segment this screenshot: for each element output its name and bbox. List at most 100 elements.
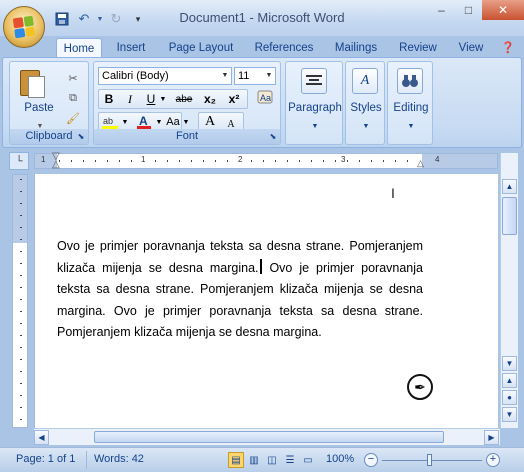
vertical-scroll-thumb[interactable] [502, 197, 517, 235]
zoom-slider-track[interactable] [382, 460, 482, 461]
status-bar: Page: 1 of 1 Words: 42 ▤ ▥ ◫ ☰ ▭ 100% − … [0, 447, 524, 472]
ruler-tick [20, 203, 22, 204]
clear-formatting-button[interactable]: Aa [254, 88, 276, 106]
outline-view-icon[interactable]: ☰ [282, 452, 298, 468]
maximize-button[interactable]: □ [455, 0, 482, 20]
ruler-tick [371, 160, 372, 162]
paste-button[interactable] [18, 66, 46, 100]
tab-insert[interactable]: Insert [108, 38, 154, 58]
tab-mailings[interactable]: Mailings [328, 38, 384, 58]
tab-page-layout[interactable]: Page Layout [164, 38, 238, 58]
office-button[interactable] [3, 6, 45, 48]
vertical-scrollbar[interactable]: ▲ ▼ ▲ ● ▼ [500, 153, 518, 428]
ruler-tick [299, 160, 300, 162]
zoom-in-icon[interactable]: + [486, 453, 500, 467]
page-count[interactable]: Page: 1 of 1 [16, 453, 75, 465]
full-screen-reading-icon[interactable]: ▥ [246, 452, 262, 468]
ruler-tick [323, 160, 324, 162]
word-count[interactable]: Words: 42 [94, 453, 144, 465]
svg-text:Aa: Aa [260, 93, 271, 103]
editing-group[interactable]: Editing ▼ [387, 61, 433, 145]
ruler-tick [20, 227, 22, 228]
tab-references[interactable]: References [250, 38, 318, 58]
ruler-tick [287, 160, 288, 162]
ruler-tick [59, 160, 60, 162]
zoom-level[interactable]: 100% [326, 453, 354, 465]
next-page-icon[interactable]: ▼ [502, 407, 517, 422]
bold-button[interactable]: B [100, 90, 118, 108]
ruler-tick [155, 160, 156, 162]
ruler-tick [215, 160, 216, 162]
tab-selector[interactable]: └ [9, 152, 29, 170]
font-group: Calibri (Body) ▼ 11 ▼ B I U ▼ abe x₂ x² … [93, 61, 281, 145]
strikethrough-button[interactable]: abe [172, 90, 196, 108]
tab-home[interactable]: Home [56, 38, 102, 58]
font-size-combo[interactable]: 11 ▼ [234, 67, 276, 85]
quick-access-toolbar: ↶ ▼ ↻ ▾ [52, 10, 148, 28]
save-icon[interactable] [52, 10, 72, 28]
underline-dropdown-icon[interactable]: ▼ [158, 90, 168, 108]
subscript-button[interactable]: x₂ [200, 90, 220, 108]
font-size-value: 11 [238, 70, 250, 82]
vertical-ruler[interactable] [12, 174, 28, 428]
superscript-button[interactable]: x² [224, 90, 244, 108]
clipboard-group: Paste ▼ ✂ ⧉ 🖌 Clipboard ⬊ [9, 61, 89, 145]
paragraph-label: Paragraph [288, 102, 342, 114]
customize-qat-icon[interactable]: ▾ [128, 10, 148, 28]
ruler-tick [359, 160, 360, 162]
web-layout-icon[interactable]: ◫ [264, 452, 280, 468]
paragraph-group[interactable]: Paragraph ▼ [285, 61, 343, 145]
copy-icon[interactable]: ⧉ [65, 90, 81, 106]
undo-icon[interactable]: ↶ [74, 10, 94, 28]
ruler-number: 1 [41, 155, 46, 164]
help-icon[interactable]: ❓ [500, 38, 516, 58]
font-name-combo[interactable]: Calibri (Body) ▼ [98, 67, 232, 85]
ruler-tick [167, 160, 168, 162]
scroll-right-icon[interactable]: ▶ [484, 430, 499, 445]
tab-view[interactable]: View [452, 38, 490, 58]
first-line-indent-marker[interactable]: ▽ △ [52, 152, 62, 170]
styles-icon: A [352, 68, 378, 94]
font-launcher-icon[interactable]: ⬊ [268, 132, 278, 142]
horizontal-scroll-thumb[interactable] [94, 431, 444, 443]
title-bar: Document1 - Microsoft Word ↶ ▼ ↻ ▾ – □ ✕ [0, 0, 524, 36]
print-layout-icon[interactable]: ▤ [228, 452, 244, 468]
ruler-tick [20, 335, 22, 336]
ruler-number: 3 [341, 155, 346, 164]
close-button[interactable]: ✕ [482, 0, 524, 20]
scroll-down-icon[interactable]: ▼ [502, 356, 517, 371]
draft-view-icon[interactable]: ▭ [300, 452, 316, 468]
select-browse-object-icon[interactable]: ● [502, 390, 517, 405]
ruler-number: 1 [141, 155, 146, 164]
right-indent-marker[interactable]: △ [417, 158, 424, 169]
document-body-text[interactable]: Ovo je primjer poravnanja teksta sa desn… [57, 236, 423, 344]
ruler-tick [20, 371, 22, 372]
tab-review[interactable]: Review [394, 38, 442, 58]
redo-icon[interactable]: ↻ [106, 10, 126, 28]
ruler-tick [179, 160, 180, 162]
horizontal-ruler[interactable]: ▽ △ △ 1 1 2 3 4 [34, 152, 498, 170]
ruler-tick [263, 160, 264, 162]
chevron-down-icon: ▼ [362, 122, 370, 130]
ruler-tick [20, 359, 22, 360]
scroll-left-icon[interactable]: ◀ [34, 430, 49, 445]
styles-label: Styles [350, 102, 382, 114]
format-painter-icon[interactable]: 🖌 [65, 110, 81, 126]
scroll-up-icon[interactable]: ▲ [502, 179, 517, 194]
previous-page-icon[interactable]: ▲ [502, 373, 517, 388]
zoom-out-icon[interactable]: − [364, 453, 378, 467]
undo-dropdown-icon[interactable]: ▼ [96, 10, 104, 28]
document-page[interactable]: I Ovo je primjer poravnanja teksta sa de… [34, 174, 498, 428]
ruler-tick [20, 407, 22, 408]
zoom-slider-knob[interactable] [427, 454, 432, 466]
ruler-number: 4 [435, 155, 440, 164]
ibeam-cursor-icon: I [391, 185, 395, 201]
horizontal-scrollbar[interactable]: ◀ ▶ [34, 428, 500, 445]
cut-icon[interactable]: ✂ [65, 70, 81, 86]
styles-group[interactable]: A Styles ▼ [345, 61, 385, 145]
minimize-button[interactable]: – [428, 0, 455, 20]
clipboard-launcher-icon[interactable]: ⬊ [76, 132, 86, 142]
ruler-tick [20, 287, 22, 288]
ruler-number: 2 [238, 155, 243, 164]
italic-button[interactable]: I [121, 90, 139, 108]
